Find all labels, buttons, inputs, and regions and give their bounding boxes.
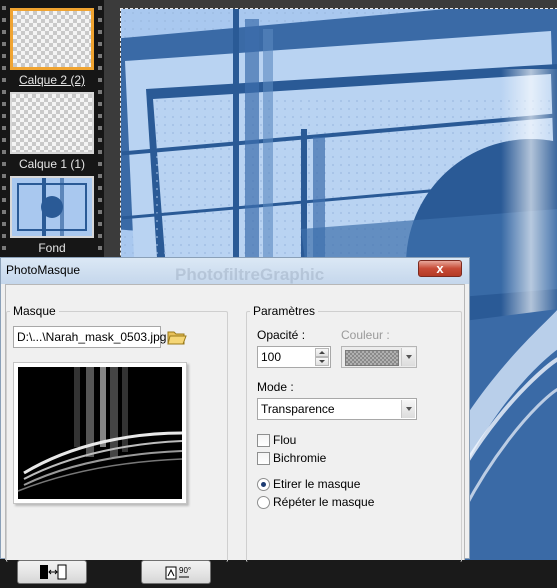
film-sprocket <box>98 234 102 238</box>
open-folder-icon[interactable] <box>167 328 187 346</box>
film-sprocket <box>98 174 102 178</box>
film-sprocket <box>2 138 6 142</box>
film-sprocket <box>98 222 102 226</box>
rotate-90-label: 90° <box>179 566 191 575</box>
dialog-titlebar[interactable]: PhotoMasque PhotofiltreGraphic x <box>1 258 469 284</box>
film-sprocket <box>98 90 102 94</box>
mode-label: Mode : <box>257 380 294 394</box>
watermark-text: PhotofiltreGraphic <box>175 265 324 284</box>
params-group: Paramètres Opacité : Couleur : 100 Mode … <box>246 304 462 562</box>
film-sprocket <box>2 198 6 202</box>
close-icon[interactable]: x <box>419 261 461 276</box>
opacity-decrement-button[interactable] <box>315 357 329 366</box>
film-sprocket <box>2 30 6 34</box>
film-sprocket <box>98 138 102 142</box>
film-sprocket <box>2 102 6 106</box>
film-sprocket <box>2 42 6 46</box>
opacity-label: Opacité : <box>257 328 306 342</box>
film-sprocket <box>98 54 102 58</box>
repeat-mask-label[interactable]: Répéter le masque <box>273 495 374 509</box>
invert-mask-button[interactable] <box>17 560 87 584</box>
layer-label[interactable]: Calque 2 (2) <box>0 73 104 87</box>
bichromie-label[interactable]: Bichromie <box>273 451 326 465</box>
rotate-90-button[interactable]: 90° <box>141 560 211 584</box>
chevron-down-icon <box>401 400 415 418</box>
film-sprocket <box>2 222 6 226</box>
photomasque-dialog: PhotoMasque PhotofiltreGraphic x Masque … <box>0 257 470 584</box>
film-sprocket <box>2 90 6 94</box>
mode-select[interactable]: Transparence <box>257 398 417 420</box>
mask-group-title: Masque <box>10 304 59 318</box>
film-sprocket <box>98 198 102 202</box>
layer-thumbnail[interactable] <box>10 176 94 238</box>
film-sprocket <box>2 150 6 154</box>
color-swatch <box>345 350 399 366</box>
film-sprocket <box>98 42 102 46</box>
invert-mask-icon <box>40 564 67 580</box>
color-label: Couleur : <box>341 328 390 342</box>
film-sprocket <box>2 114 6 118</box>
layers-panel: Calque 2 (2) Calque 1 (1) Fond <box>0 0 104 262</box>
film-sprocket <box>98 126 102 130</box>
repeat-mask-radio[interactable] <box>257 496 270 509</box>
film-sprocket <box>2 54 6 58</box>
film-sprocket <box>98 18 102 22</box>
film-sprocket <box>98 102 102 106</box>
film-sprocket <box>2 186 6 190</box>
opacity-increment-button[interactable] <box>315 348 329 357</box>
film-sprocket <box>2 126 6 130</box>
radio-selected-dot <box>261 482 266 487</box>
dialog-title: PhotoMasque <box>6 263 81 277</box>
film-sprocket <box>2 174 6 178</box>
film-sprocket <box>2 210 6 214</box>
stretch-mask-radio[interactable] <box>257 478 270 491</box>
opacity-input[interactable]: 100 <box>257 346 331 368</box>
mask-file-path: D:\...\Narah_mask_0503.jpg <box>13 326 166 348</box>
close-button[interactable]: x <box>418 260 462 277</box>
film-sprocket <box>98 6 102 10</box>
color-picker[interactable] <box>341 346 417 368</box>
stretch-mask-label[interactable]: Etirer le masque <box>273 477 360 491</box>
layer-label[interactable]: Calque 1 (1) <box>0 157 104 171</box>
film-sprocket <box>98 150 102 154</box>
film-sprocket <box>2 234 6 238</box>
mask-preview <box>13 362 187 504</box>
chevron-down-icon <box>401 348 415 366</box>
dialog-body: Masque D:\...\Narah_mask_0503.jpg 90° Pa… <box>5 284 465 584</box>
film-sprocket <box>98 30 102 34</box>
film-sprocket <box>98 210 102 214</box>
blur-label[interactable]: Flou <box>273 433 296 447</box>
film-sprocket <box>98 186 102 190</box>
chevron-up-icon <box>319 351 325 354</box>
layer-label[interactable]: Fond <box>0 241 104 255</box>
film-sprocket <box>2 6 6 10</box>
mask-group: Masque D:\...\Narah_mask_0503.jpg 90° <box>6 304 228 584</box>
chevron-down-icon <box>319 360 325 363</box>
film-sprocket <box>98 114 102 118</box>
layer-thumbnail[interactable] <box>10 92 94 154</box>
rotate-90-icon: 90° <box>165 566 191 580</box>
film-sprocket <box>98 66 102 70</box>
bichromie-checkbox[interactable] <box>257 452 270 465</box>
film-sprocket <box>2 66 6 70</box>
mode-value[interactable]: Transparence <box>261 402 335 416</box>
layer-thumbnail[interactable] <box>10 8 94 70</box>
opacity-value[interactable]: 100 <box>261 350 281 364</box>
film-sprocket <box>2 18 6 22</box>
blur-checkbox[interactable] <box>257 434 270 447</box>
params-group-title: Paramètres <box>250 304 319 318</box>
